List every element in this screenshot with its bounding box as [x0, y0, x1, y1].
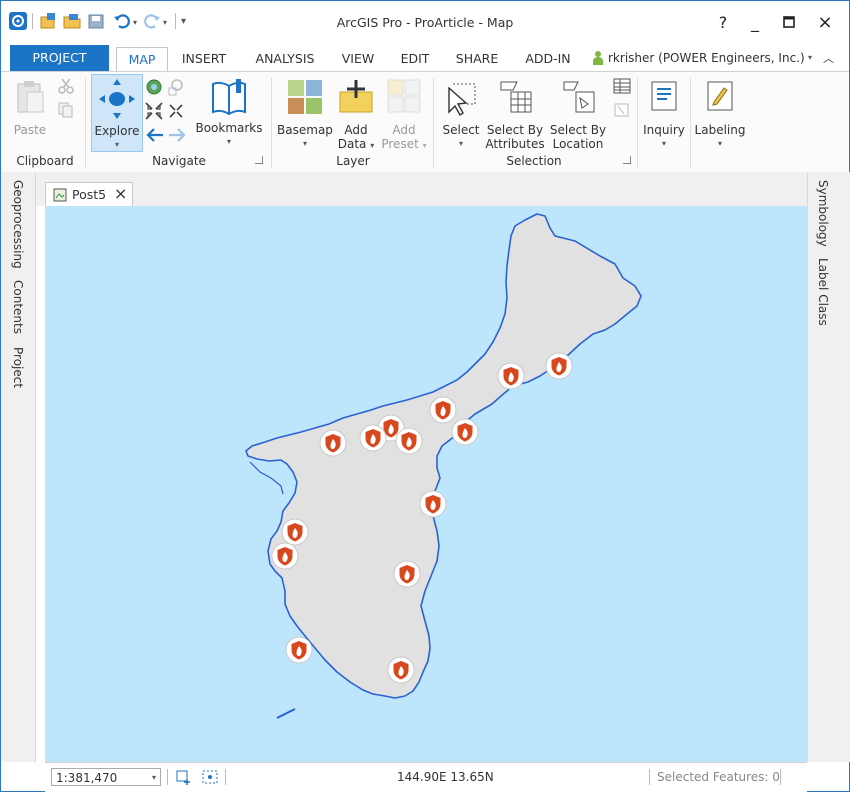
ribbon: Paste Clipboard Explore ▾ Bookmarks ▾ Na…: [1, 71, 849, 173]
select-by-location-icon: [563, 81, 595, 113]
fire-station-marker[interactable]: [395, 427, 423, 455]
guam-map: [245, 213, 642, 719]
add-data-button[interactable]: Add Data ▾: [335, 78, 377, 153]
cursor-coordinates: 144.90E 13.65N: [397, 770, 494, 784]
add-preset-icon: [387, 79, 421, 113]
navigate-group-label: Navigate: [152, 154, 206, 168]
fire-station-marker[interactable]: [271, 542, 299, 570]
fire-station-marker[interactable]: [359, 424, 387, 452]
basemap-button[interactable]: Basemap ▾: [277, 78, 333, 151]
cut-icon[interactable]: [58, 78, 74, 97]
select-cursor-icon: [448, 83, 476, 117]
user-icon: [592, 50, 604, 69]
fire-station-marker[interactable]: [451, 418, 479, 446]
bookmarks-icon: [212, 79, 246, 116]
maximize-button[interactable]: [775, 9, 803, 35]
title-bar: ▾ ▾ ▾ ArcGIS Pro - ProArticle - Map ? _ …: [1, 1, 849, 45]
inquiry-icon: [651, 81, 677, 111]
collapse-ribbon-icon[interactable]: ︿: [823, 50, 834, 66]
fire-station-marker[interactable]: [419, 490, 447, 518]
ribbon-tabs: PROJECT MAP INSERT ANALYSIS VIEW EDIT SH…: [1, 45, 849, 73]
paste-button[interactable]: Paste: [11, 78, 49, 137]
add-preset-button[interactable]: Add Preset ▾: [379, 78, 429, 153]
full-extent-icon[interactable]: [145, 78, 163, 99]
left-dock: Geoprocessing Contents Project: [1, 172, 36, 762]
add-data-icon: [339, 80, 373, 113]
help-button[interactable]: ?: [709, 9, 737, 35]
tab-map[interactable]: MAP: [116, 47, 168, 73]
scale-selector[interactable]: 1:381,470 ▾: [51, 768, 161, 786]
tab-share[interactable]: SHARE: [447, 47, 507, 71]
labeling-icon: [707, 81, 733, 111]
user-dropdown-icon[interactable]: ▾: [808, 53, 812, 62]
labeling-button[interactable]: Labeling ▾: [693, 78, 747, 151]
tab-project[interactable]: PROJECT: [10, 45, 109, 71]
zoom-to-selection-icon[interactable]: [167, 78, 185, 99]
app-window: ▾ ▾ ▾ ArcGIS Pro - ProArticle - Map ? _ …: [0, 0, 850, 792]
map-canvas[interactable]: [45, 206, 807, 762]
pane-tab-label-class[interactable]: Label Class: [816, 258, 830, 326]
navigate-launcher-icon[interactable]: [255, 156, 263, 164]
select-by-attributes-icon: [500, 81, 532, 113]
fire-station-marker[interactable]: [545, 352, 573, 380]
select-button[interactable]: Select ▾: [439, 78, 483, 151]
fire-station-marker[interactable]: [387, 656, 415, 684]
pane-tab-contents[interactable]: Contents: [11, 280, 25, 334]
fire-station-marker[interactable]: [497, 362, 525, 390]
fire-station-marker[interactable]: [319, 429, 347, 457]
clear-selection-icon[interactable]: [613, 102, 631, 121]
map-view-tab[interactable]: Post5 ×: [45, 182, 133, 207]
fire-station-marker[interactable]: [429, 396, 457, 424]
snapping-icon[interactable]: [175, 769, 193, 788]
apra-harbor-shoal: [249, 461, 284, 495]
explore-button[interactable]: Explore ▾: [91, 74, 143, 152]
next-extent-icon[interactable]: [167, 126, 187, 147]
cocos-island: [276, 708, 296, 719]
select-by-location-button[interactable]: Select By Location: [547, 78, 609, 151]
bookmarks-button[interactable]: Bookmarks ▾: [191, 78, 267, 149]
tab-edit[interactable]: EDIT: [391, 47, 439, 71]
copy-icon[interactable]: [58, 102, 74, 121]
minimize-button[interactable]: _: [741, 9, 769, 35]
selection-group-label: Selection: [506, 154, 562, 168]
previous-extent-icon[interactable]: [145, 126, 165, 147]
grid-snapping-icon[interactable]: [201, 769, 219, 788]
fire-station-marker[interactable]: [281, 518, 309, 546]
status-bar: 1:381,470 ▾ 144.90E 13.65N Selected Feat…: [45, 762, 807, 792]
pane-tab-geoprocessing[interactable]: Geoprocessing: [11, 180, 25, 269]
map-view-icon: [53, 188, 67, 202]
tab-insert[interactable]: INSERT: [173, 47, 235, 71]
close-map-view-icon[interactable]: ×: [114, 184, 127, 203]
select-by-attributes-button[interactable]: Select By Attributes: [485, 78, 545, 151]
selected-features-count[interactable]: Selected Features: 0: [657, 770, 780, 784]
map-view-tab-label: Post5: [72, 187, 107, 202]
user-account[interactable]: rkrisher (POWER Engineers, Inc.): [608, 51, 805, 65]
basemap-icon: [288, 80, 322, 114]
fire-station-marker[interactable]: [393, 560, 421, 588]
fixed-zoom-in-icon[interactable]: [145, 102, 163, 123]
tab-analysis[interactable]: ANALYSIS: [245, 47, 325, 71]
scale-value: 1:381,470: [56, 771, 118, 785]
pane-tab-project[interactable]: Project: [11, 347, 25, 388]
layer-group-label: Layer: [336, 154, 370, 168]
pane-tab-symbology[interactable]: Symbology: [816, 180, 830, 247]
tab-add-in[interactable]: ADD-IN: [515, 47, 581, 71]
inquiry-button[interactable]: Inquiry ▾: [641, 78, 687, 151]
attributes-table-icon[interactable]: [613, 78, 631, 97]
fixed-zoom-out-icon[interactable]: [167, 102, 185, 123]
close-button[interactable]: ×: [811, 9, 839, 35]
view-tab-strip: Post5 ×: [36, 172, 807, 207]
guam-island: [245, 213, 642, 699]
tab-view[interactable]: VIEW: [333, 47, 383, 71]
clipboard-group-label: Clipboard: [16, 154, 74, 168]
fire-station-marker[interactable]: [285, 636, 313, 664]
paste-icon: [17, 81, 44, 113]
selection-launcher-icon[interactable]: [623, 156, 631, 164]
right-dock: Symbology Label Class ▼: [796, 172, 850, 762]
explore-pan-icon: [99, 79, 135, 119]
